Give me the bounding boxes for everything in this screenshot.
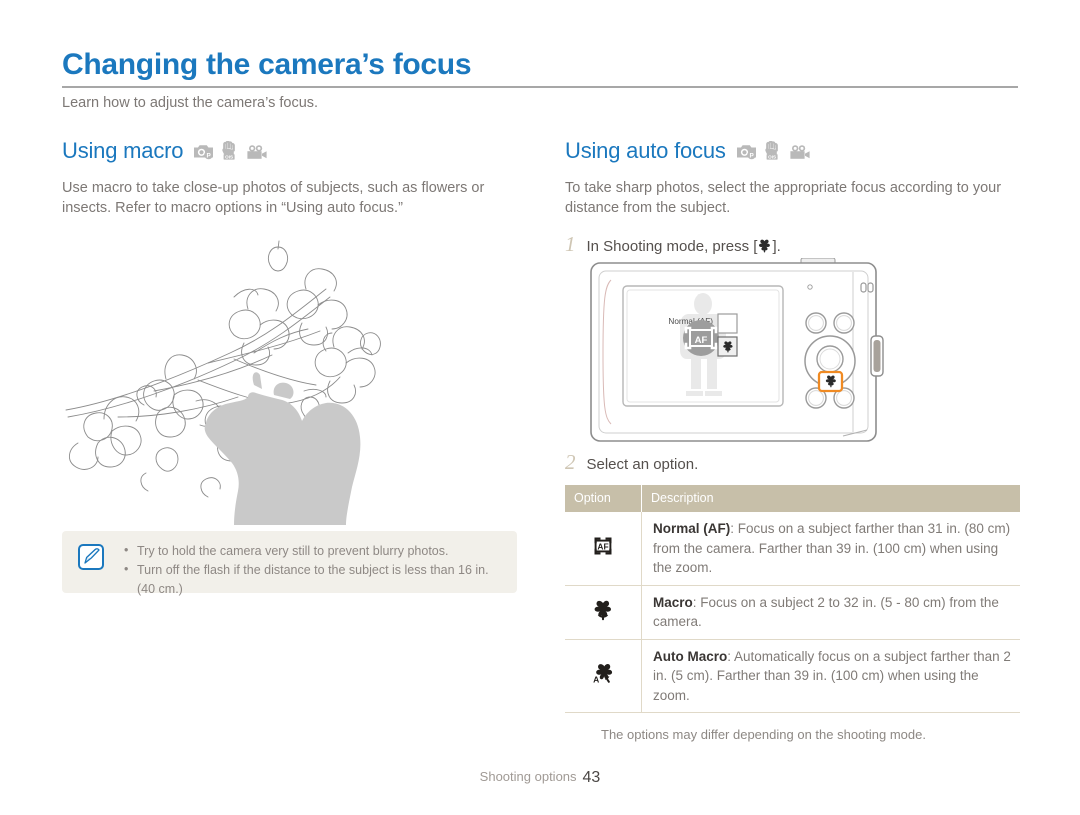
page-number: 43 — [582, 769, 601, 786]
table-cell-icon: AF — [565, 512, 642, 586]
page-title: Changing the camera’s focus — [62, 48, 472, 81]
step-2-block: 2 Select an option. Option Description A… — [565, 452, 1020, 742]
table-cell-description: Macro: Focus on a subject 2 to 32 in. (5… — [641, 585, 1020, 640]
table-footnote: The options may differ depending on the … — [601, 727, 926, 742]
svg-text:P: P — [749, 152, 754, 159]
list-item: Turn off the flash if the distance to th… — [124, 560, 507, 599]
list-item: Try to hold the camera very still to pre… — [124, 541, 507, 561]
step-1-text: In Shooting mode, press [ ]. — [587, 238, 781, 255]
macro-flowers-photographer-illustration — [58, 205, 478, 546]
table-header-description: Description — [641, 485, 1020, 512]
auto-macro-flower-icon: A — [593, 664, 613, 685]
tip-note-list: Try to hold the camera very still to pre… — [124, 541, 507, 599]
tip-note-box: Try to hold the camera very still to pre… — [62, 531, 517, 596]
using-macro-heading-row: Using macro P OIS — [62, 138, 532, 164]
document-page: Changing the camera’s focus Learn how to… — [0, 0, 1080, 815]
step-2-text: Select an option. — [586, 456, 699, 473]
using-auto-focus-body: To take sharp photos, select the appropr… — [565, 180, 1002, 216]
option-title: Macro — [653, 594, 693, 610]
step-2: 2 Select an option. — [565, 450, 1020, 474]
svg-text:AF: AF — [695, 335, 708, 346]
hand-ois-icon: OIS — [222, 140, 236, 159]
svg-text:P: P — [207, 152, 212, 159]
af-frame-icon: AF — [594, 537, 612, 555]
mode-icon-group-right: P OIS — [736, 140, 811, 162]
title-divider — [62, 86, 1018, 88]
table-header-option: Option — [565, 485, 642, 512]
table-header-row: Option Description — [565, 485, 1020, 512]
mode-icon-group-left: P OIS — [193, 140, 268, 162]
table-cell-icon: A — [565, 639, 642, 713]
page-subtitle: Learn how to adjust the camera’s focus. — [62, 95, 319, 111]
af-frame-icon-screen: AF — [684, 326, 718, 350]
table-row: AF Normal (AF): Focus on a subject farth… — [565, 512, 1020, 586]
focus-options-table: Option Description AF Normal (AF): Focus… — [565, 485, 1020, 713]
table-cell-description: Auto Macro: Automatically focus on a sub… — [641, 639, 1020, 713]
step-1-text-before: In Shooting mode, press [ — [586, 238, 758, 255]
note-pen-icon — [78, 544, 104, 570]
step-1: 1 In Shooting mode, press [ ]. — [565, 232, 1020, 256]
macro-flower-icon — [759, 239, 771, 253]
camera-back-illustration: Normal (AF) AF — [585, 257, 895, 448]
hand-ois-icon: OIS — [764, 140, 778, 159]
camera-p-mode-icon: P — [194, 144, 214, 159]
svg-text:OIS: OIS — [225, 154, 233, 159]
page-footer: Shooting options 43 — [0, 769, 1080, 787]
option-description: : Focus on a subject 2 to 32 in. (5 - 80… — [653, 594, 999, 630]
step-1-number: 1 — [565, 232, 576, 256]
right-column: Using auto focus P OIS To take sharp pho… — [565, 138, 1020, 255]
svg-text:AF: AF — [597, 541, 608, 551]
step-2-number: 2 — [565, 450, 576, 474]
option-title: Normal (AF) — [653, 521, 731, 536]
svg-text:OIS: OIS — [768, 154, 776, 159]
svg-text:A: A — [593, 675, 599, 685]
footer-section-label: Shooting options — [479, 769, 577, 784]
using-auto-focus-heading-row: Using auto focus P OIS — [565, 138, 1020, 164]
video-camera-icon — [247, 144, 267, 159]
step-1-text-after: ]. — [772, 238, 781, 255]
video-camera-icon — [790, 144, 810, 159]
table-cell-icon — [565, 585, 642, 640]
using-auto-focus-heading: Using auto focus — [565, 138, 726, 163]
macro-flower-icon — [594, 600, 611, 620]
table-row: A Auto Macro: Automatically focus on a s… — [565, 639, 1020, 713]
option-title: Auto Macro — [653, 648, 728, 664]
table-cell-description: Normal (AF): Focus on a subject farther … — [641, 512, 1020, 586]
using-macro-heading: Using macro — [62, 138, 184, 163]
table-row: Macro: Focus on a subject 2 to 32 in. (5… — [565, 585, 1020, 640]
camera-p-mode-icon: P — [736, 144, 756, 159]
